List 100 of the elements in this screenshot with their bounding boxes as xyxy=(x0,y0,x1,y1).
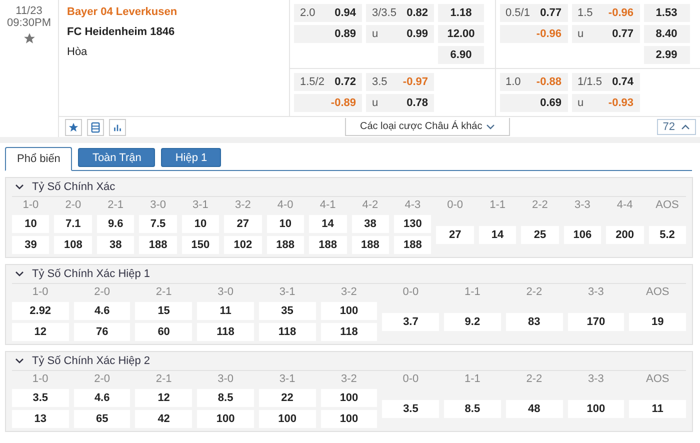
odds-cell[interactable]: 188 xyxy=(266,236,304,254)
odds-cell[interactable]: 4.6 xyxy=(74,302,130,320)
score-label: 2-2 xyxy=(525,373,544,385)
score-label: 1-0 xyxy=(31,373,50,385)
odds-cell[interactable]: 3.5 xyxy=(12,389,69,407)
odds-cell[interactable]: 65 xyxy=(74,410,130,428)
odds-cell[interactable]: 3.7 xyxy=(382,312,440,330)
chevron-down-icon[interactable] xyxy=(15,184,24,190)
odds-cell[interactable]: 11 xyxy=(197,302,254,320)
odds-cell[interactable]: 39 xyxy=(12,236,50,254)
odds-cell[interactable]: 10 xyxy=(12,215,50,233)
odds-cell[interactable]: 9.6 xyxy=(96,215,134,233)
odds-cell[interactable]: 19 xyxy=(629,312,686,330)
odds-cell[interactable]: 1.5 -0.96 xyxy=(572,4,640,22)
odds-cell[interactable]: 15 xyxy=(135,302,192,320)
odds-cell[interactable]: 12 xyxy=(135,389,192,407)
odds-cell[interactable]: 3.5 -0.97 xyxy=(366,73,434,91)
odds-cell[interactable]: 200 xyxy=(606,226,644,244)
score-label: 3-0 xyxy=(149,199,167,211)
odds-cell[interactable]: 1/1.5 0.74 xyxy=(572,73,640,91)
odds-cell[interactable]: 60 xyxy=(135,323,192,341)
odds-cell[interactable]: 14 xyxy=(478,226,516,244)
odds-cell[interactable]: u 0.78 xyxy=(366,94,434,112)
chevron-down-icon[interactable] xyxy=(15,271,24,277)
odds-cell[interactable]: 100 xyxy=(258,410,316,428)
odds-cell[interactable]: 10 xyxy=(182,215,220,233)
odds-cell[interactable]: 188 xyxy=(352,236,389,254)
odds-cell[interactable]: 8.5 xyxy=(444,400,501,418)
odds-cell[interactable]: 0.69 xyxy=(500,94,568,112)
list-icon xyxy=(90,122,101,132)
odds-cell[interactable]: 100 xyxy=(320,302,378,320)
odds-cell[interactable]: 2.0 0.94 xyxy=(294,4,362,22)
odds-cell[interactable]: 106 xyxy=(564,226,602,244)
odds-cell[interactable]: 1.53 xyxy=(644,4,690,22)
handicap-line: 1.5 xyxy=(578,7,593,19)
stats-button[interactable] xyxy=(109,118,126,136)
odds-cell[interactable]: 188 xyxy=(309,236,346,254)
odds-cell[interactable]: 38 xyxy=(352,215,389,233)
odds-cell[interactable]: 100 xyxy=(197,410,254,428)
collapse-button[interactable]: 72 xyxy=(656,119,696,135)
odds-cell[interactable]: 3/3.5 0.82 xyxy=(366,4,434,22)
odds-cell[interactable]: 14 xyxy=(309,215,346,233)
odds-cell[interactable]: 2.92 xyxy=(12,302,69,320)
odds-cell[interactable]: 8.40 xyxy=(644,25,690,43)
odds-cell[interactable]: 76 xyxy=(74,323,130,341)
odds-cell[interactable]: 100 xyxy=(320,410,378,428)
odds-cell[interactable]: 27 xyxy=(224,215,262,233)
odds-cell[interactable]: 25 xyxy=(521,226,559,244)
odds-cell[interactable]: 38 xyxy=(96,236,134,254)
odds-cell[interactable]: 42 xyxy=(135,410,192,428)
chevron-down-icon[interactable] xyxy=(15,358,24,364)
odds-cell[interactable]: 48 xyxy=(506,400,563,418)
odds-cell[interactable]: 12 xyxy=(12,323,69,341)
odds-cell[interactable]: 118 xyxy=(320,323,378,341)
odds-cell[interactable]: 7.5 xyxy=(139,215,177,233)
more-bets-tab[interactable]: Các loại cược Châu Á khác xyxy=(345,118,510,136)
section-title: Tỷ Số Chính Xác xyxy=(32,181,116,193)
favorite-button[interactable] xyxy=(65,118,82,136)
odds-cell[interactable]: 2.99 xyxy=(644,46,690,64)
odds-cell[interactable]: 170 xyxy=(568,312,624,330)
tab[interactable]: Hiệp 1 xyxy=(161,148,222,167)
odds-cell[interactable]: u 0.77 xyxy=(572,25,640,43)
odds-cell[interactable]: 6.90 xyxy=(438,46,484,64)
odds-cell[interactable]: 0.89 xyxy=(294,25,362,43)
odds-cell[interactable]: 118 xyxy=(197,323,254,341)
odds-cell[interactable]: 108 xyxy=(54,236,92,254)
odds-cell[interactable]: 83 xyxy=(506,312,563,330)
odds-cell[interactable]: 4.6 xyxy=(74,389,130,407)
handicap-line: 0.5/1 xyxy=(506,7,530,19)
tab[interactable]: Phổ biến xyxy=(5,147,72,171)
odds-cell[interactable]: 27 xyxy=(436,226,474,244)
odds-cell[interactable]: 130 xyxy=(394,215,432,233)
list-button[interactable] xyxy=(87,118,104,136)
odds-cell[interactable]: 1.18 xyxy=(438,4,484,22)
odds-cell[interactable]: 11 xyxy=(629,400,686,418)
odds-cell[interactable]: 5.2 xyxy=(648,226,686,244)
odds-cell[interactable]: 10 xyxy=(266,215,304,233)
odds-cell[interactable]: 9.2 xyxy=(444,312,501,330)
tab[interactable]: Toàn Trận xyxy=(78,148,156,167)
odds-cell[interactable]: 8.5 xyxy=(197,389,254,407)
odds-cell[interactable]: 7.1 xyxy=(54,215,92,233)
odds-cell[interactable]: 12.00 xyxy=(438,25,484,43)
odds-cell[interactable]: 35 xyxy=(258,302,316,320)
odds-cell[interactable]: 188 xyxy=(139,236,177,254)
odds-cell[interactable]: 100 xyxy=(568,400,624,418)
odds-cell[interactable]: 150 xyxy=(182,236,220,254)
odds-cell[interactable]: 1.0 -0.88 xyxy=(500,73,568,91)
odds-cell[interactable]: 3.5 xyxy=(382,400,440,418)
odds-cell[interactable]: 188 xyxy=(394,236,432,254)
odds-cell[interactable]: 0.5/1 0.77 xyxy=(500,4,568,22)
odds-cell[interactable]: 13 xyxy=(12,410,69,428)
star-icon[interactable] xyxy=(22,32,36,45)
odds-cell[interactable]: 102 xyxy=(224,236,262,254)
odds-cell[interactable]: 1.5/2 0.72 xyxy=(294,73,362,91)
odds-cell[interactable]: 22 xyxy=(258,389,316,407)
odds-cell[interactable]: u 0.99 xyxy=(366,25,434,43)
odds-cell[interactable]: 118 xyxy=(258,323,316,341)
match-time: 09:30PM xyxy=(6,17,52,29)
odds-cell[interactable]: u -0.93 xyxy=(572,94,640,112)
odds-cell[interactable]: 100 xyxy=(320,389,378,407)
